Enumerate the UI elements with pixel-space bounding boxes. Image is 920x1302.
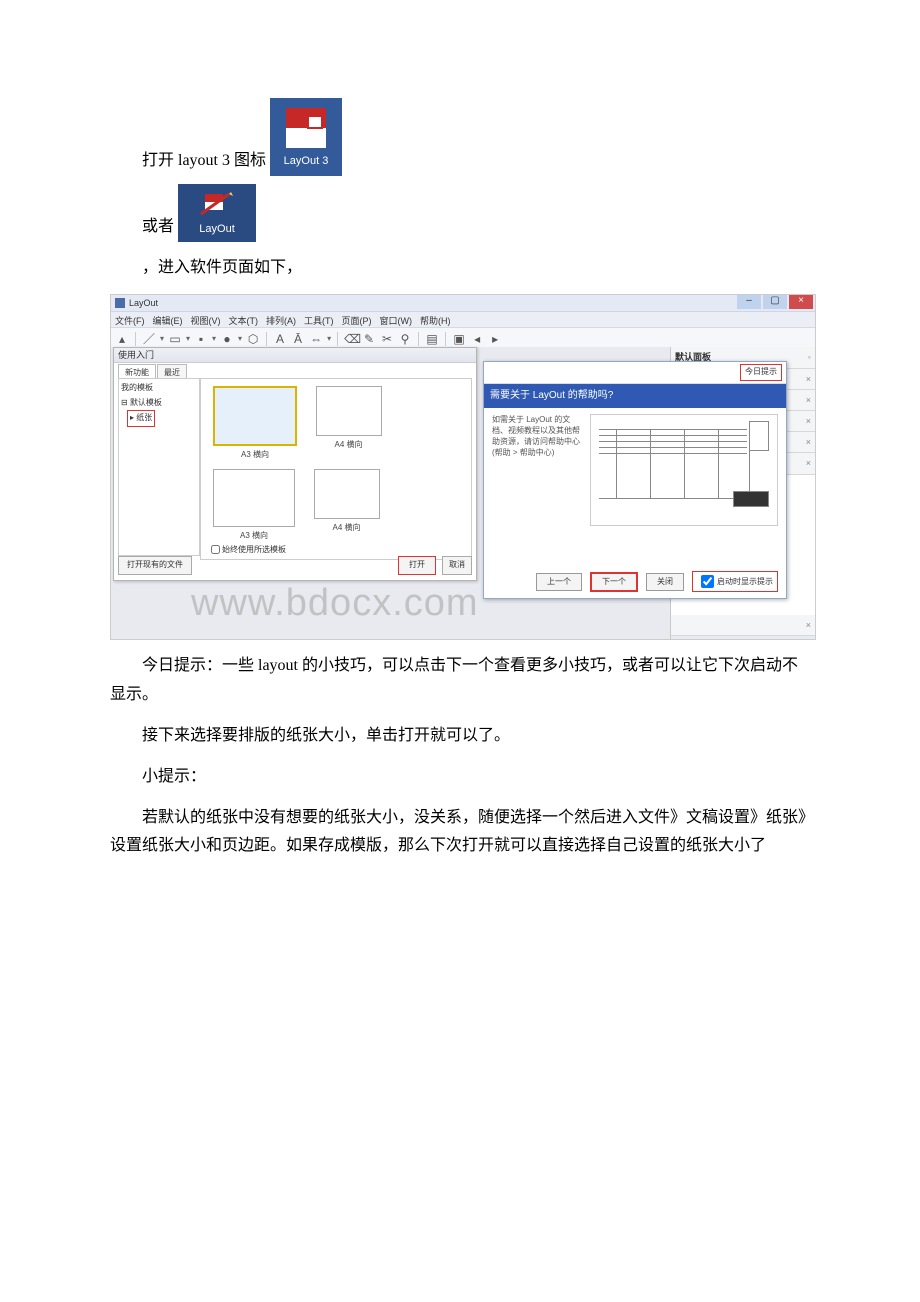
app-window-icon [115,298,125,308]
body-p4: 若默认的纸张中没有想要的纸张大小，没关系，随便选择一个然后进入文件》文稿设置》纸… [110,804,810,862]
layout-screenshot: LayOut – ▢ × 文件(F) 编辑(E) 视图(V) 文本(T) 排列(… [110,294,816,640]
nextpage-tool-icon[interactable]: ▸ [488,332,502,346]
line-tool-icon[interactable]: ／ [142,332,156,346]
side-panel-pin-icon[interactable]: ◦ [808,349,811,365]
body-p3: 小提示： [110,763,810,792]
menu-tools[interactable]: 工具(T) [304,313,334,326]
select-tool-icon[interactable]: ▴ [115,332,129,346]
menu-window[interactable]: 窗口(W) [380,313,413,326]
tip-close-button[interactable]: 关闭 [646,573,684,591]
intro-line-2: 或者 LayOut [110,184,810,242]
tip-body: 如需关于 LayOut 的文档、视频教程以及其他帮助资源，请访问帮助中心 (帮助… [484,408,786,532]
tree-default-templates[interactable]: ⊟ 默认模板 [121,396,197,410]
layout3-icon: LayOut 3 [270,98,342,176]
menu-text[interactable]: 文本(T) [229,313,259,326]
dialog1-bottom: 打开现有的文件 打开 取消 [118,554,472,576]
text-tool-icon[interactable]: A [273,332,287,346]
window-title: LayOut [129,295,811,311]
menu-view[interactable]: 视图(V) [191,313,221,326]
template-a3-landscape-2[interactable]: A3 横向 [213,469,295,543]
tree-paper[interactable]: ▸ 纸张 [127,410,197,426]
layout-small-icon-label: LayOut [178,220,256,240]
window-buttons: – ▢ × [737,295,813,309]
open-button[interactable]: 打开 [398,556,436,574]
side-panel-item[interactable]: × [671,615,815,636]
layout-small-icon: LayOut [178,184,256,242]
tip-dialog-footer: 上一个 下一个 关闭 启动时显示提示 [492,571,778,592]
layout-app-icon [282,106,330,150]
circle-tool-icon[interactable]: ● [220,332,234,346]
maximize-button[interactable]: ▢ [763,295,787,309]
minimize-button[interactable]: – [737,295,761,309]
tip-text: 如需关于 LayOut 的文档、视频教程以及其他帮助资源，请访问帮助中心 (帮助… [492,414,582,526]
join-tool-icon[interactable]: ⚲ [398,332,412,346]
rect-tool-icon[interactable]: ▭ [168,332,182,346]
intro-text-1: 打开 layout 3 图标 [110,147,266,176]
dimension-tool-icon[interactable]: ⇔ [309,332,323,346]
addpage-tool-icon[interactable]: ▣ [452,332,466,346]
layout-pencil-icon [199,190,235,218]
tip-heading: 需要关于 LayOut 的帮助吗? [484,384,786,408]
tip-next-button[interactable]: 下一个 [590,572,638,592]
side-panel-item[interactable]: ⊞ [671,636,815,641]
template-a4-landscape-2[interactable]: A4 横向 [314,469,380,535]
tip-dialog: 今日提示 需要关于 LayOut 的帮助吗? 如需关于 LayOut 的文档、视… [483,361,787,599]
work-area: 默认面板 ◦ ▸ 颜色× ▸ 形状样式× × × × × ⊞ 使用入门 新功能 … [111,347,815,639]
prevpage-tool-icon[interactable]: ◂ [470,332,484,346]
cancel-button[interactable]: 取消 [442,556,472,574]
getting-started-dialog: 使用入门 新功能 最近 我的模板 ⊟ 默认模板 ▸ 纸张 A3 横向 A4 横向 [113,347,477,581]
menu-bar: 文件(F) 编辑(E) 视图(V) 文本(T) 排列(A) 工具(T) 页面(P… [111,312,815,328]
thumb-caption: A3 横向 [213,529,295,543]
thumb-caption: A4 横向 [314,521,380,535]
layout3-icon-label: LayOut 3 [270,152,342,172]
template-tree[interactable]: 我的模板 ⊟ 默认模板 ▸ 纸张 [118,378,200,556]
menu-file[interactable]: 文件(F) [115,313,145,326]
tip-prev-button[interactable]: 上一个 [536,573,582,591]
intro-line-1: 打开 layout 3 图标 LayOut 3 [110,98,810,176]
tip-illustration [590,414,778,526]
split-tool-icon[interactable]: ✂ [380,332,394,346]
thumb-caption: A4 横向 [316,438,382,452]
menu-pages[interactable]: 页面(P) [342,313,372,326]
intro-line-3: ，进入软件页面如下， [110,254,810,283]
present-tool-icon[interactable]: ▤ [425,332,439,346]
label-tool-icon[interactable]: Ā [291,332,305,346]
today-tip-label: 今日提示 [740,364,782,380]
menu-arrange[interactable]: 排列(A) [266,313,296,326]
open-existing-button[interactable]: 打开现有的文件 [118,556,192,574]
dialog1-title: 使用入门 [114,348,476,363]
square-tool-icon[interactable]: ▪ [194,332,208,346]
tree-my-templates[interactable]: 我的模板 [121,381,197,395]
polygon-tool-icon[interactable]: ⬡ [246,332,260,346]
template-a4-landscape[interactable]: A4 横向 [316,386,382,452]
style-tool-icon[interactable]: ✎ [362,332,376,346]
template-area: A3 横向 A4 横向 A3 横向 A4 横向 始终使用所选模板 [200,378,472,560]
body-p2: 接下来选择要排版的纸张大小，单击打开就可以了。 [110,722,810,751]
window-titlebar: LayOut – ▢ × [111,295,815,312]
erase-tool-icon[interactable]: ⌫ [344,332,358,346]
tip-dialog-header-row: 今日提示 [484,362,786,383]
thumb-caption: A3 横向 [213,448,297,462]
intro-text-2: 或者 [110,213,174,242]
menu-help[interactable]: 帮助(H) [420,313,451,326]
menu-edit[interactable]: 编辑(E) [153,313,183,326]
close-button[interactable]: × [789,295,813,309]
body-p1: 今日提示：一些 layout 的小技巧，可以点击下一个查看更多小技巧，或者可以让… [110,652,810,710]
show-at-startup-check[interactable]: 启动时显示提示 [692,571,778,592]
template-a3-landscape[interactable]: A3 横向 [213,386,297,462]
